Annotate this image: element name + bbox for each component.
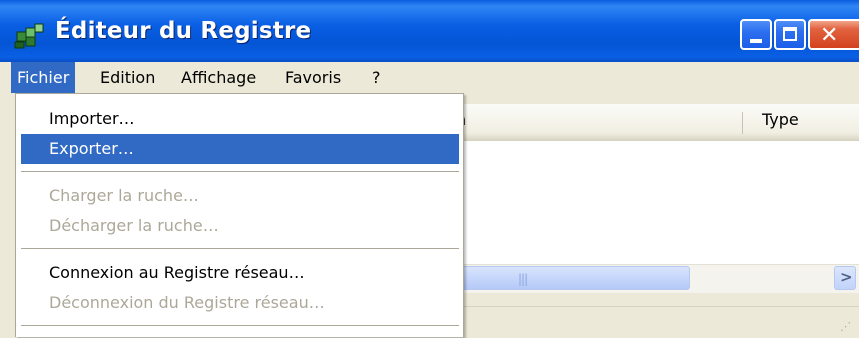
close-icon: ✕	[820, 23, 839, 48]
menu-item-charger-ruche[interactable]: Charger la ruche…	[21, 181, 459, 211]
minimize-icon	[750, 39, 762, 43]
menu-bar: Fichier Edition Affichage Favoris ?	[0, 62, 859, 93]
scrollbar-thumb[interactable]	[440, 266, 690, 290]
minimize-button[interactable]	[740, 19, 772, 50]
scrollbar-grip-icon: |||	[518, 272, 528, 286]
resize-grip-icon[interactable]: ⋰	[840, 320, 851, 333]
menu-affichage[interactable]: Affichage	[175, 62, 262, 93]
registry-editor-icon	[14, 23, 44, 49]
column-header-type[interactable]: Type	[762, 110, 799, 129]
menu-help[interactable]: ?	[366, 62, 387, 93]
menu-item-exporter[interactable]: Exporter…	[21, 134, 459, 164]
menu-separator	[21, 171, 459, 172]
maximize-button[interactable]	[774, 19, 806, 50]
menu-item-connexion-reseau[interactable]: Connexion au Registre réseau…	[21, 258, 459, 288]
menu-edition[interactable]: Edition	[94, 62, 161, 93]
window-title: Éditeur du Registre	[55, 18, 312, 44]
status-bar	[440, 306, 859, 338]
file-menu-dropdown: Importer… Exporter… Charger la ruche… Dé…	[15, 93, 464, 337]
title-bar[interactable]: Éditeur du Registre ✕	[0, 0, 859, 62]
menu-separator	[21, 325, 459, 326]
chevron-right-icon: >	[840, 268, 853, 286]
values-list[interactable]	[440, 141, 859, 264]
menu-item-importer[interactable]: Importer…	[21, 104, 459, 134]
close-button[interactable]: ✕	[808, 19, 859, 50]
menu-item-decharger-ruche[interactable]: Décharger la ruche…	[21, 211, 459, 241]
maximize-icon	[783, 27, 797, 41]
menu-item-deconnexion-reseau[interactable]: Déconnexion du Registre réseau…	[21, 288, 459, 318]
menu-favoris[interactable]: Favoris	[279, 62, 347, 93]
menu-separator	[21, 248, 459, 249]
column-divider[interactable]	[742, 112, 743, 134]
scroll-right-button[interactable]: >	[834, 266, 856, 290]
menu-fichier[interactable]: Fichier	[11, 62, 76, 93]
